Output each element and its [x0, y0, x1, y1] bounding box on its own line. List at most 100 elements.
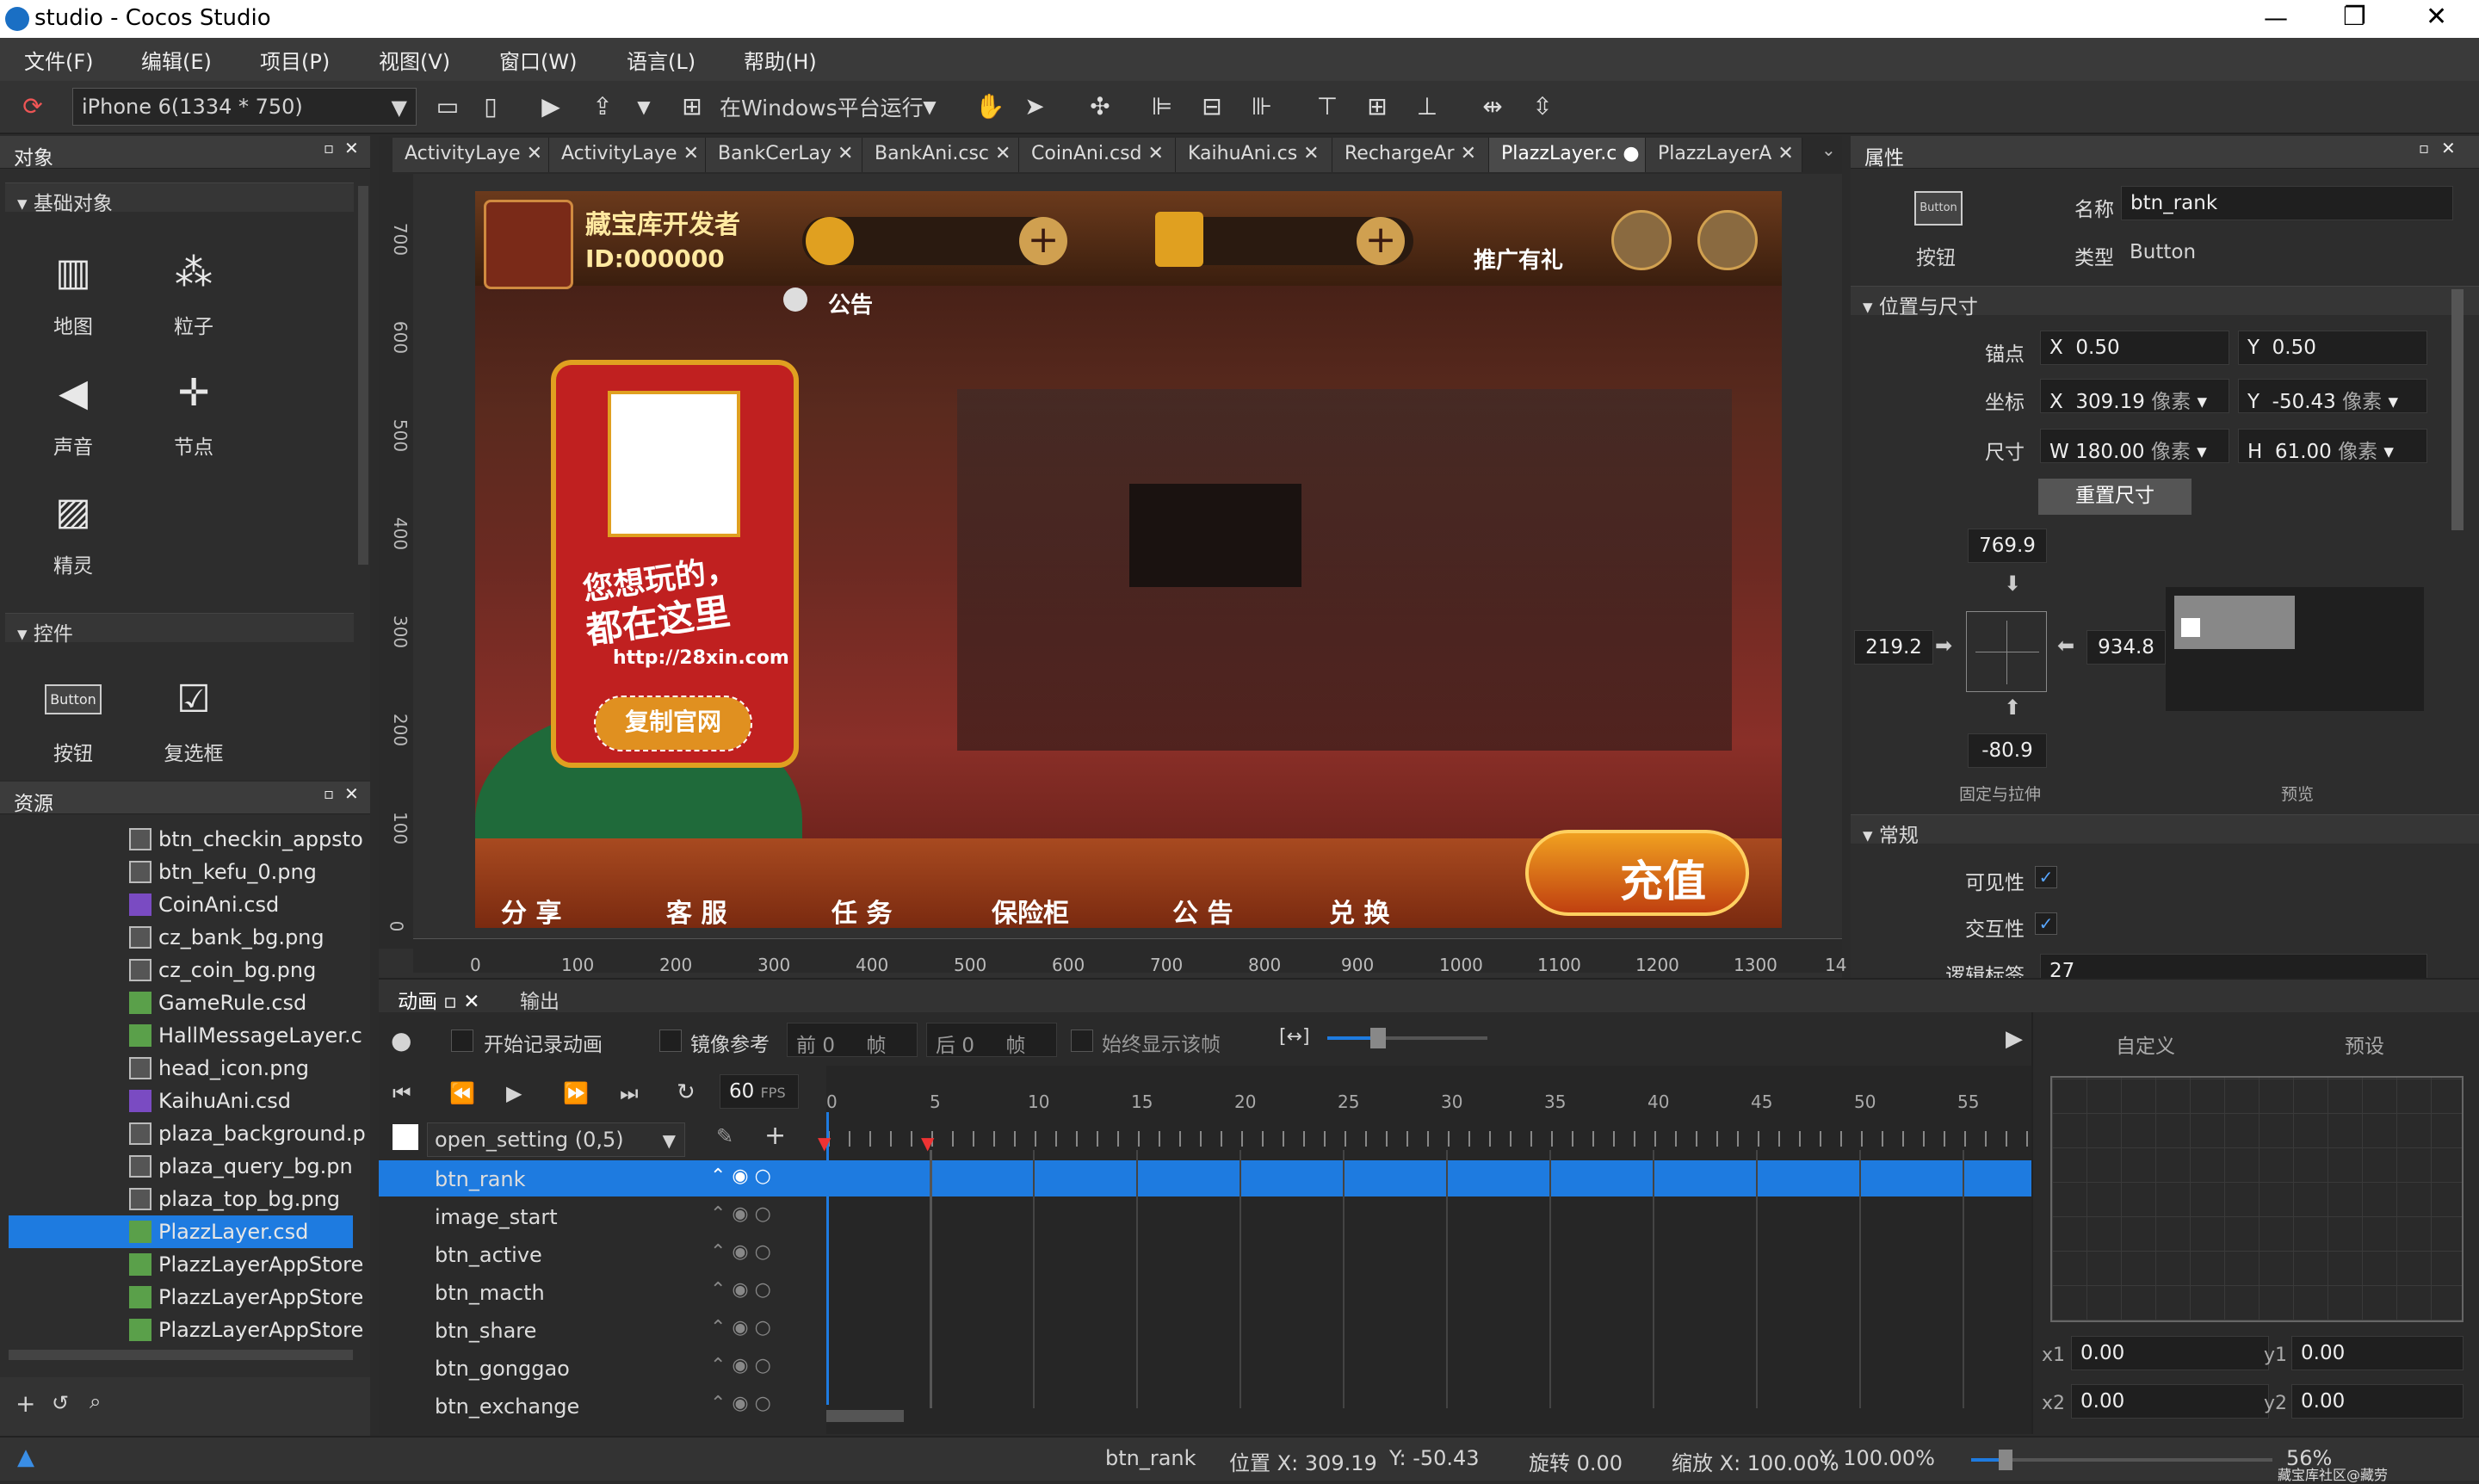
play-icon[interactable]: ▶ — [534, 90, 568, 124]
node-row-controls[interactable]: ⌃ ◉ ○ — [710, 1393, 805, 1414]
resource-item[interactable]: btn_kefu_0.png — [129, 856, 317, 888]
properties-scrollbar[interactable] — [2451, 289, 2464, 530]
loop-icon[interactable]: ↻ — [677, 1079, 695, 1105]
tab-recharge[interactable]: RechargeAr ✕ — [1332, 138, 1489, 172]
y1-input[interactable]: 0.00 — [2291, 1336, 2464, 1370]
bottom-exchange[interactable]: 兑 换 — [1329, 892, 1389, 928]
warning-icon[interactable]: ▲ — [17, 1444, 34, 1470]
landscape-icon[interactable]: ▭ — [430, 90, 465, 124]
align-middle-icon[interactable]: ⊞ — [1360, 90, 1394, 124]
always-show-checkbox[interactable] — [1071, 1030, 1093, 1052]
bottom-margin-input[interactable]: -80.9 — [1968, 733, 2047, 768]
copy-website-button[interactable]: 复制官网 — [594, 696, 752, 751]
object-button[interactable]: Button 按钮 — [26, 671, 121, 766]
timeline-hscroll[interactable] — [826, 1410, 904, 1422]
hand-tool-icon[interactable]: ✋ — [973, 90, 1007, 124]
resource-item[interactable]: PlazzLayerAppStore — [129, 1314, 363, 1346]
anchor-x-input[interactable]: X 0.50 — [2040, 331, 2229, 365]
panel-float-icon[interactable]: ▫ — [324, 785, 334, 803]
object-node[interactable]: ✛ 节点 — [146, 365, 241, 460]
objects-scrollbar[interactable] — [358, 186, 368, 565]
resource-item[interactable]: CoinAni.csd — [129, 888, 279, 921]
resource-item[interactable]: PlazzLayerAppStore — [129, 1281, 363, 1314]
record-checkbox[interactable] — [451, 1030, 473, 1052]
pin-bottom-icon[interactable]: ⬆ — [2004, 696, 2021, 720]
publish-icon[interactable]: ⇪ — [585, 90, 620, 124]
search-icon[interactable]: ⌕ — [90, 1389, 101, 1413]
run-dropdown-icon[interactable]: ▼ — [912, 90, 947, 124]
tab-bankani[interactable]: BankAni.csc ✕ — [862, 138, 1019, 172]
tab-kaihuani[interactable]: KaihuAni.cs ✕ — [1176, 138, 1332, 172]
add-coin-icon[interactable]: + — [1019, 217, 1067, 265]
right-margin-input[interactable]: 934.8 — [2086, 630, 2166, 665]
add-icon[interactable]: + — [15, 1389, 35, 1418]
menu-file[interactable]: 文件(F) — [24, 45, 94, 75]
run-platform-label[interactable]: 在Windows平台运行 — [720, 91, 924, 122]
fps-input[interactable]: 60 FPS — [720, 1074, 799, 1109]
bottom-notice[interactable]: 公 告 — [1172, 892, 1233, 928]
pin-right-icon[interactable]: ⬅ — [2057, 634, 2074, 658]
node-row-controls[interactable]: ⌃ ◉ ○ — [710, 1203, 805, 1225]
refresh-icon[interactable]: ↺ — [52, 1391, 69, 1415]
tab-coinani[interactable]: CoinAni.csd ✕ — [1019, 138, 1176, 172]
edit-animation-icon[interactable]: ✎ — [716, 1124, 733, 1148]
panel-close-icon[interactable]: ✕ — [2441, 138, 2456, 158]
anchor-box[interactable] — [1966, 611, 2047, 692]
object-audio[interactable]: ◀ 声音 — [26, 365, 121, 460]
maximize-button[interactable]: ❐ — [2343, 2, 2366, 32]
node-row-controls[interactable]: ⌃ ◉ ○ — [710, 1317, 805, 1339]
add-bank-icon[interactable]: + — [1357, 217, 1405, 265]
distribute-h-icon[interactable]: ⇹ — [1475, 90, 1510, 124]
tabs-overflow-icon[interactable]: ⌄ — [1821, 139, 1836, 160]
portrait-icon[interactable]: ▯ — [473, 90, 508, 124]
top-margin-input[interactable]: 769.9 — [1968, 529, 2047, 563]
tab-activitylayer-1[interactable]: ActivityLaye ✕ — [393, 138, 549, 172]
tab-animation[interactable]: 动画 ▫ ✕ — [398, 985, 479, 1014]
anchor-y-input[interactable]: Y 0.50 — [2238, 331, 2427, 365]
node-row-controls[interactable]: ⌃ ◉ ○ — [710, 1166, 805, 1187]
curve-editor-grid[interactable] — [2050, 1076, 2464, 1322]
panel-float-icon[interactable]: ▫ — [324, 139, 334, 158]
menu-view[interactable]: 视图(V) — [379, 45, 450, 75]
align-top-icon[interactable]: ⊤ — [1310, 90, 1345, 124]
panel-close-icon[interactable]: ✕ — [344, 138, 359, 158]
align-center-icon[interactable]: ⊟ — [1195, 90, 1229, 124]
publish-dropdown-icon[interactable]: ▼ — [627, 90, 661, 124]
object-sprite[interactable]: ▨ 精灵 — [26, 484, 121, 578]
resource-item[interactable]: btn_checkin_appsto — [129, 823, 363, 856]
go-end-icon[interactable]: ⏭ — [620, 1081, 639, 1105]
resource-item[interactable]: plaza_query_bg.pn — [129, 1150, 353, 1183]
x1-input[interactable]: 0.00 — [2071, 1336, 2269, 1370]
promo-label[interactable]: 推广有礼 — [1474, 243, 1563, 275]
align-right-icon[interactable]: ⊪ — [1245, 90, 1279, 124]
tab-plazzlayerappstore[interactable]: PlazzLayerA ✕ — [1646, 138, 1802, 172]
menu-language[interactable]: 语言(L) — [627, 45, 695, 75]
onion-before-input[interactable]: 前 0 帧 — [787, 1023, 918, 1057]
canvas-zoom-track[interactable] — [1971, 1458, 2272, 1462]
object-map[interactable]: ▥ 地图 — [26, 244, 121, 339]
animation-select[interactable]: open_setting (0,5) ▼ — [427, 1122, 685, 1157]
add-animation-icon[interactable]: + — [764, 1121, 786, 1151]
object-checkbox[interactable]: ☑ 复选框 — [146, 671, 241, 766]
basic-objects-section[interactable]: ▾ 基础对象 — [5, 182, 354, 215]
y2-input[interactable]: 0.00 — [2291, 1384, 2464, 1419]
node-row-controls[interactable]: ⌃ ◉ ○ — [710, 1241, 805, 1263]
game-scene[interactable]: 藏宝库开发者 ID:000000 + + 推广有礼 公告 您想玩的， 都在这里 … — [475, 191, 1782, 928]
menu-window[interactable]: 窗口(W) — [499, 45, 577, 75]
resource-item[interactable]: PlazzLayerAppStore — [129, 1248, 363, 1281]
x2-input[interactable]: 0.00 — [2071, 1384, 2269, 1419]
canvas-zoom-handle[interactable] — [1999, 1450, 2012, 1470]
controls-section[interactable]: ▾ 控件 — [5, 613, 354, 646]
onion-after-input[interactable]: 后 0 帧 — [926, 1023, 1057, 1057]
visible-checkbox[interactable]: ✓ — [2035, 866, 2057, 888]
pin-left-icon[interactable]: ➡ — [1935, 634, 1952, 658]
resource-item[interactable]: head_icon.png — [129, 1052, 309, 1085]
position-x-input[interactable]: X 309.19 像素 ▾ — [2040, 379, 2229, 413]
minimize-button[interactable]: — — [2264, 3, 2288, 32]
frame-range-icon[interactable]: [↔] — [1279, 1026, 1310, 1048]
node-row-controls[interactable]: ⌃ ◉ ○ — [710, 1355, 805, 1376]
general-section[interactable]: ▾ 常规 — [1851, 814, 2479, 847]
menu-project[interactable]: 项目(P) — [260, 45, 330, 75]
tab-output[interactable]: 输出 — [520, 985, 559, 1014]
rotate-device-icon[interactable]: ⟳ — [15, 90, 50, 124]
